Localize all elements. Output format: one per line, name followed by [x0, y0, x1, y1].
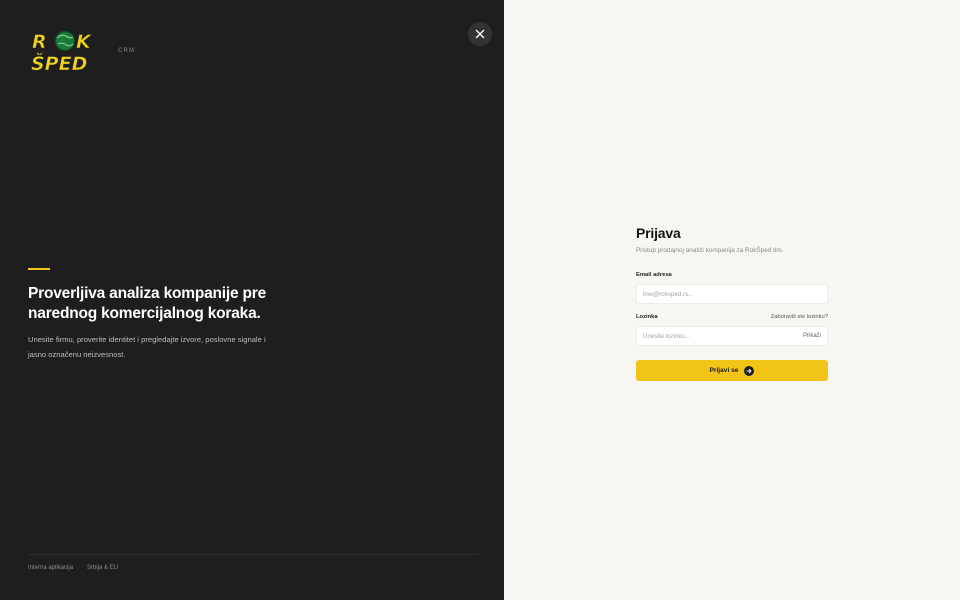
forgot-password-link[interactable]: Zaboravili ste lozinku?	[771, 314, 828, 320]
footer-divider	[28, 554, 478, 555]
arrow-right-icon	[744, 365, 755, 376]
email-field[interactable]	[643, 290, 821, 298]
close-button[interactable]	[468, 22, 492, 46]
accent-divider	[28, 268, 50, 270]
svg-text:K: K	[76, 31, 92, 53]
hero-description: Unesite firmu, proverite identitet i pre…	[28, 335, 266, 359]
company-logo: R K ŠPED	[30, 28, 106, 76]
password-field[interactable]	[643, 332, 803, 340]
brand-panel: R K ŠPED CRM Proverljiva analiza kompani…	[0, 0, 504, 600]
password-field-wrapper: Prikaži	[636, 326, 828, 346]
login-subtitle: Pristup prodajnoj analizi kompanija za R…	[636, 247, 784, 254]
login-button-label: Prijavi se	[709, 367, 739, 374]
login-form: Prijava Pristup prodajnoj analizi kompan…	[636, 225, 828, 381]
close-icon	[475, 29, 485, 39]
hero-headline: Proverljiva analiza kompanije pre naredn…	[28, 285, 267, 322]
footer-item-internal: Interna aplikacija	[28, 565, 74, 571]
svg-text:ŠPED: ŠPED	[31, 51, 87, 75]
login-button[interactable]: Prijavi se	[636, 360, 828, 381]
login-panel: Prijava Pristup prodajnoj analizi kompan…	[504, 0, 960, 600]
footer: Interna aplikacija Srbija & EU	[28, 565, 118, 571]
login-title: Prijava	[636, 225, 681, 241]
email-label: Email adresa	[636, 272, 672, 278]
svg-text:R: R	[32, 31, 47, 53]
product-tag: CRM	[118, 48, 136, 54]
show-password-button[interactable]: Prikaži	[803, 333, 821, 339]
password-label: Lozinka	[636, 314, 658, 320]
footer-item-region: Srbija & EU	[87, 565, 119, 571]
email-field-wrapper	[636, 284, 828, 304]
